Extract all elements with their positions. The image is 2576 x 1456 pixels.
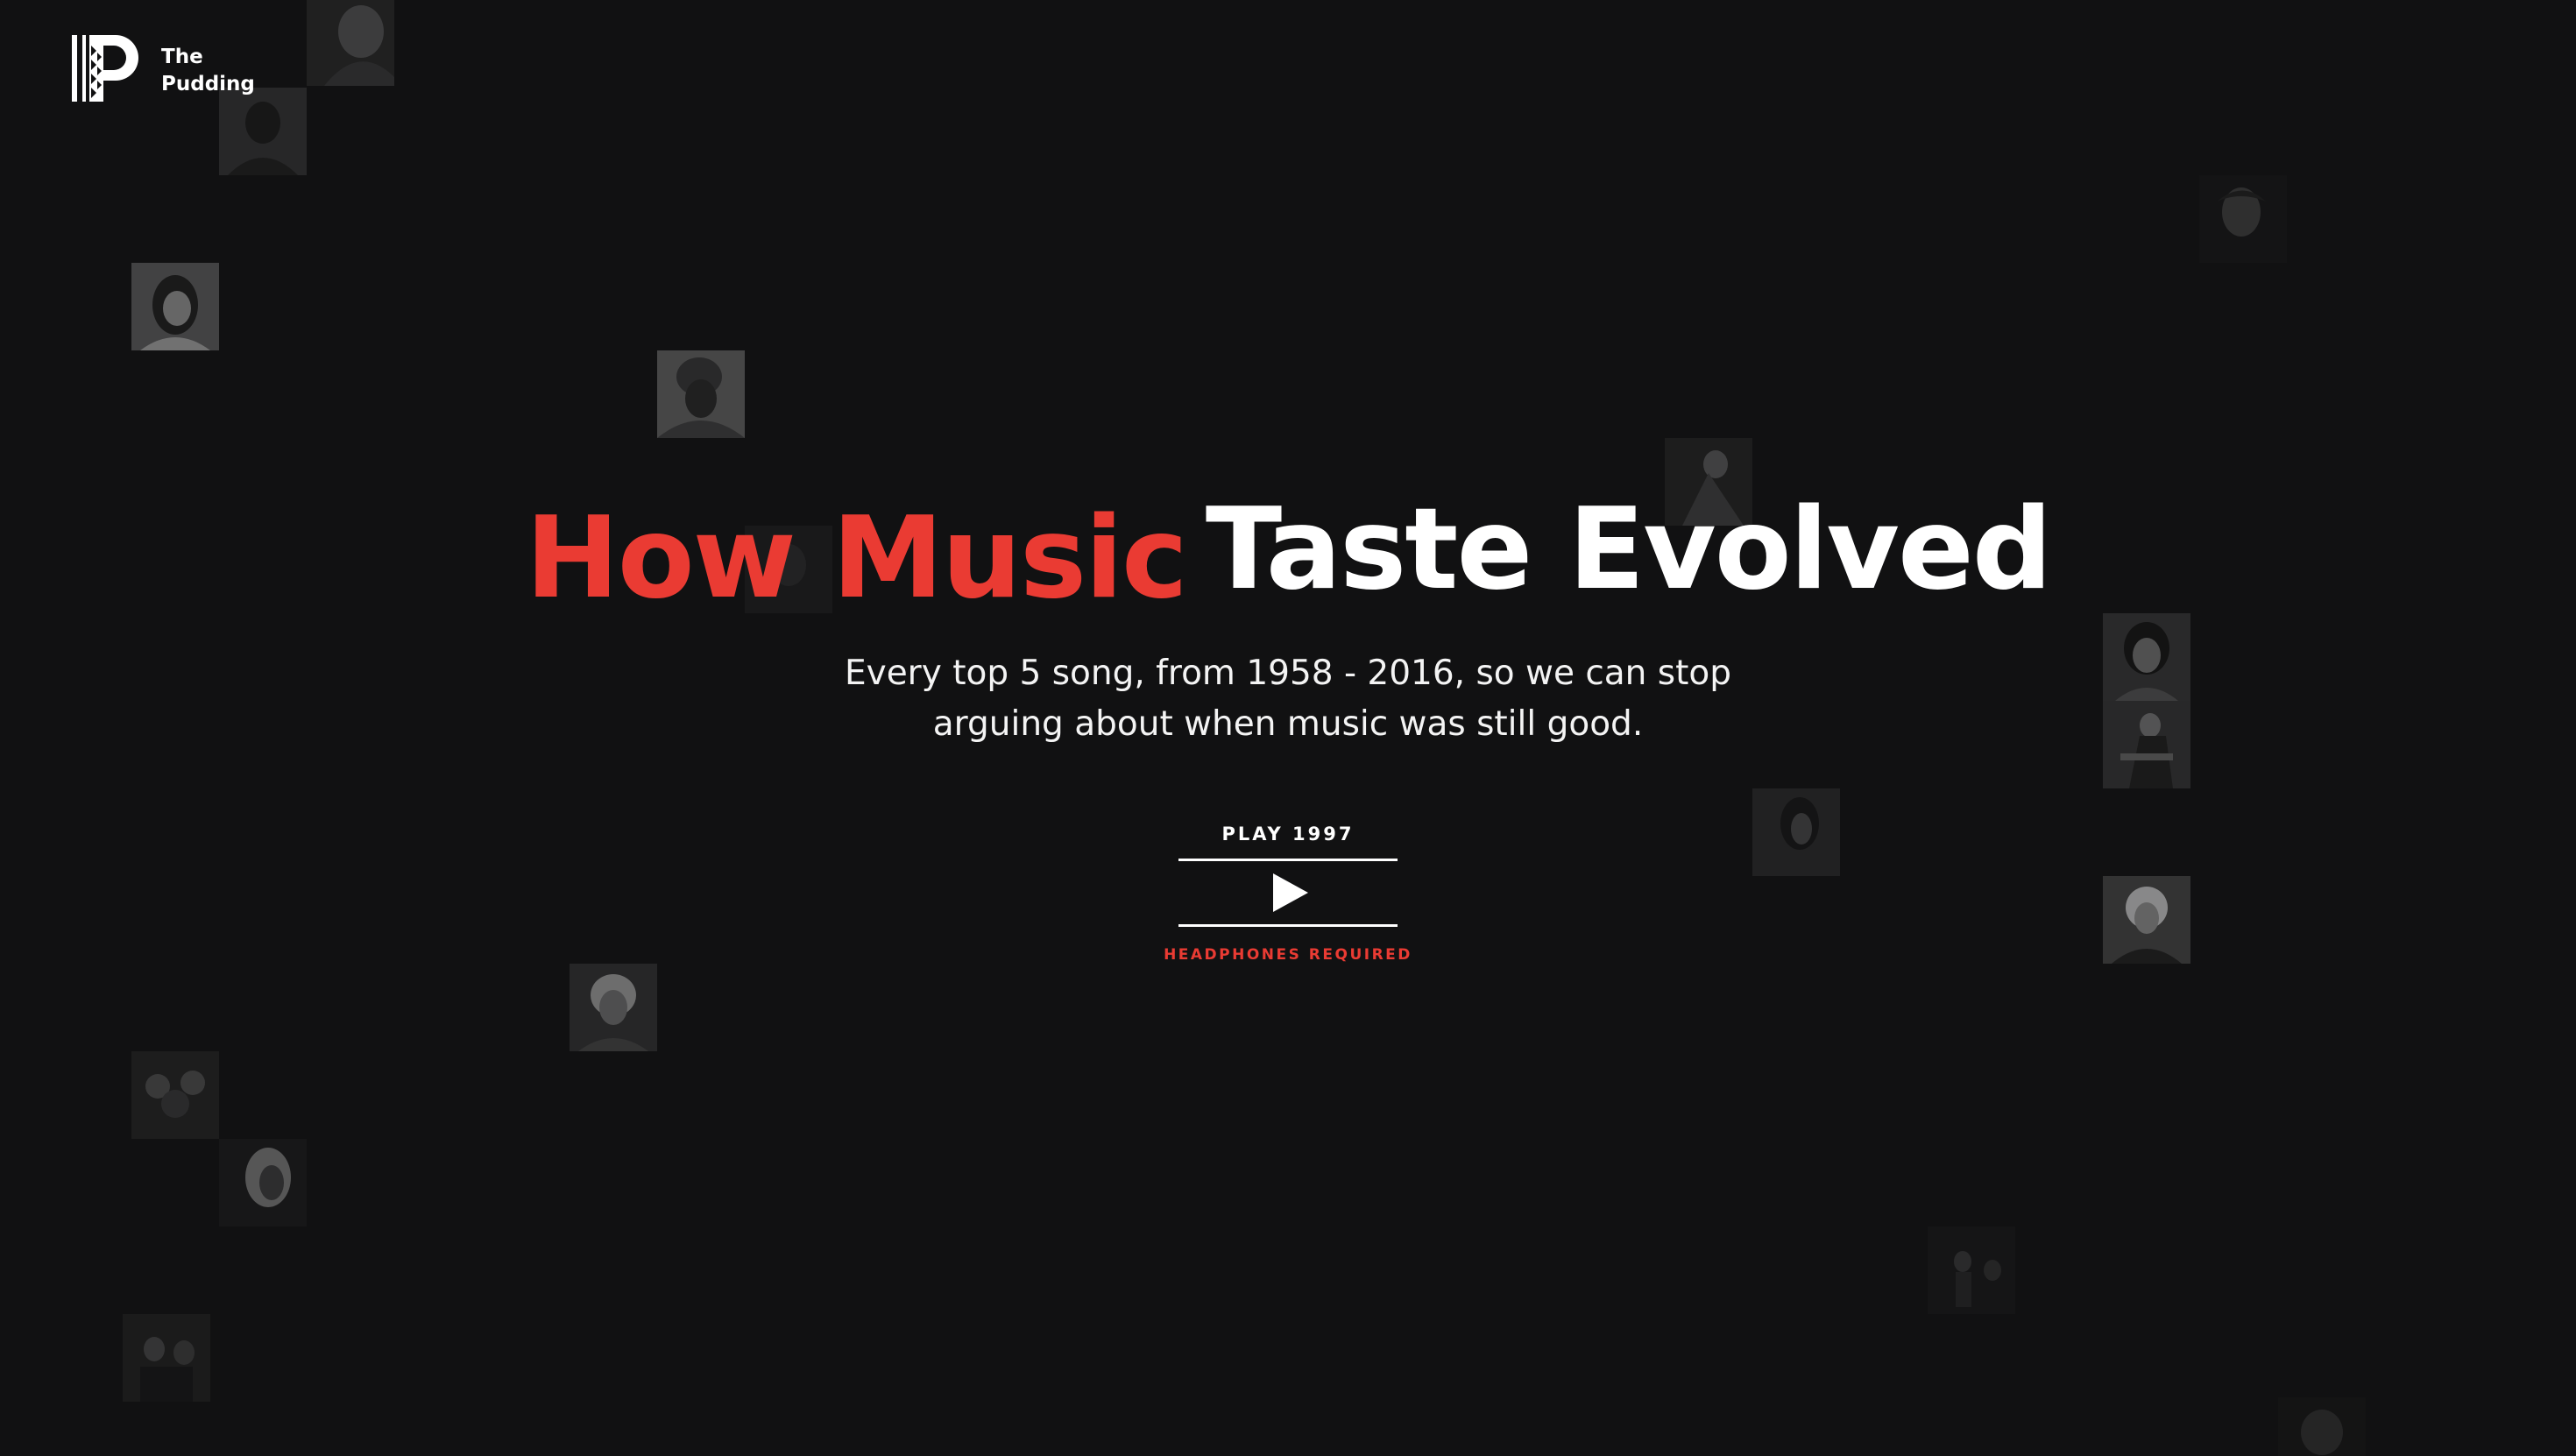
logo-line-2: Pudding — [161, 73, 255, 95]
artist-photo-icon — [2199, 175, 2287, 263]
headphones-required-note: HEADPHONES REQUIRED — [1164, 946, 1412, 964]
artist-photo-icon — [123, 1314, 210, 1402]
play-year-label: PLAY 1997 — [1221, 823, 1355, 845]
site-logo[interactable]: The Pudding — [70, 33, 255, 105]
artist-photo-icon — [1752, 788, 1840, 876]
pudding-p-logo-icon — [72, 35, 138, 102]
artist-photo-icon — [131, 1051, 219, 1139]
artist-photo-icon — [219, 1139, 307, 1226]
title-rest: Taste Evolved — [1205, 484, 2052, 615]
play-button[interactable] — [1178, 859, 1398, 927]
play-icon — [1273, 873, 1308, 912]
page-title: How Music Taste Evolved — [0, 480, 2576, 624]
artist-photo-icon — [1928, 1226, 2015, 1314]
artist-photo-icon — [131, 263, 219, 350]
artist-photo-icon — [307, 0, 394, 86]
audio-player: PLAY 1997 HEADPHONES REQUIRED — [1164, 820, 1410, 964]
artist-photo-icon — [2278, 1397, 2366, 1456]
logo-wordmark: The Pudding — [161, 44, 255, 98]
subtitle-line-1: Every top 5 song, from 1958 - 2016, so w… — [844, 654, 1732, 693]
artist-photo-icon — [570, 964, 657, 1051]
page-subtitle: Every top 5 song, from 1958 - 2016, so w… — [0, 648, 2576, 750]
artist-photo-icon — [2103, 876, 2190, 964]
logo-line-1: The — [161, 46, 203, 68]
title-highlight: How Music — [525, 493, 1188, 624]
subtitle-line-2: arguing about when music was still good. — [932, 704, 1644, 744]
artist-photo-icon — [657, 350, 745, 438]
